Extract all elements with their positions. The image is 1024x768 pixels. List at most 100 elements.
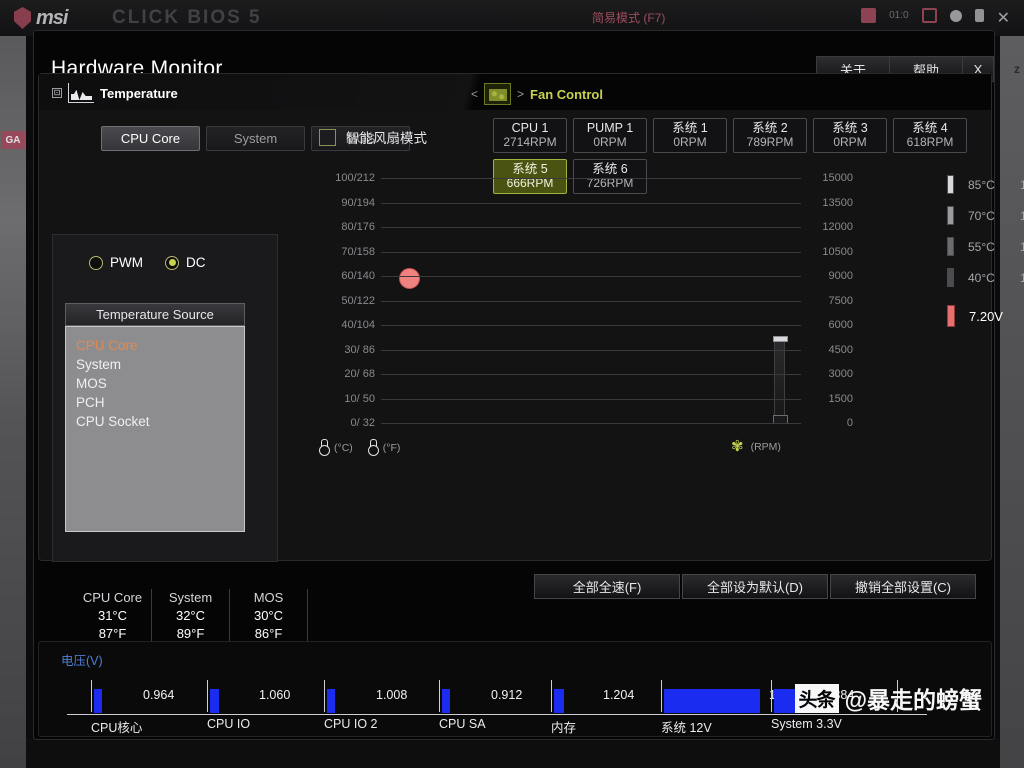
- y-axis-tick-left: 50/122: [341, 294, 375, 307]
- rpm-axis-legend: ✾ (RPM): [731, 439, 790, 454]
- bios-right-panel: [1000, 36, 1024, 768]
- screen: msi CLICK BIOS 5 简易模式 (F7) 01:0 ✕ GA z H…: [0, 0, 1024, 768]
- voltage-bar: [94, 689, 102, 713]
- next-arrow-icon[interactable]: >: [517, 87, 524, 101]
- y-axis-tick-left: 100/212: [335, 172, 375, 184]
- voltage-section: 电压(V) 0.964 CPU核心 1.060 CPU IO 1.008 CPU IO 2…: [38, 641, 992, 737]
- y-axis-tick-left: 10/ 50: [344, 392, 375, 405]
- temperature-section-header: ⊡ Temperature: [52, 83, 178, 103]
- gridline: [381, 325, 801, 326]
- gridline: [381, 202, 801, 204]
- smart-fan-label: 智能风扇模式: [346, 131, 427, 146]
- all-full-speed-button[interactable]: 全部全速(F): [534, 574, 680, 599]
- gridline: [381, 251, 801, 253]
- fan-icon: ✾: [731, 438, 744, 455]
- voltage-value: 1.060: [259, 688, 291, 702]
- legend-celsius: 70°C: [968, 208, 995, 223]
- expander-icon[interactable]: ⊡: [52, 88, 62, 98]
- voltage-tick: [771, 680, 772, 712]
- voltage-tick: [661, 680, 662, 712]
- undo-all-button[interactable]: 撤销全部设置(C): [830, 574, 976, 599]
- legend-current: 7.20V: [947, 305, 1003, 327]
- screenshot-icon[interactable]: [921, 8, 937, 23]
- source-item-pch[interactable]: PCH: [76, 393, 244, 412]
- gridline: [381, 349, 801, 351]
- voltage-bar: [327, 689, 335, 713]
- msi-logo: msi: [14, 5, 68, 31]
- prev-arrow-icon[interactable]: <: [471, 87, 478, 101]
- voltage-axis: [67, 714, 927, 715]
- favorites-icon[interactable]: [949, 9, 962, 22]
- monitor-panel: ⊡ Temperature < > Fan Control CPU Core S…: [38, 73, 1024, 562]
- legend-step-3: 40°C 104°F 6.00V: [947, 268, 1024, 287]
- voltage-label: 系统 12V: [661, 721, 712, 735]
- y-axis-tick-right: 6000: [828, 319, 853, 331]
- fan-mode-radios: PWM DC: [89, 255, 206, 270]
- summary-name: System: [168, 590, 213, 605]
- smart-fan-mode-row[interactable]: 智能风扇模式: [319, 127, 427, 147]
- tab-cpu-core[interactable]: CPU Core: [101, 126, 200, 151]
- radio-pwm-label: PWM: [110, 255, 143, 270]
- voltage-tick: [207, 680, 208, 712]
- unit-rpm: (RPM): [750, 440, 781, 453]
- panel-content: PWM DC Temperature Source CPU Core Syste…: [39, 128, 1024, 562]
- temperature-source-list[interactable]: CPU Core System MOS PCH CPU Socket: [65, 326, 245, 532]
- gridline: [381, 374, 801, 375]
- y-axis-tick-right: 0: [846, 417, 853, 429]
- summary-name: CPU Core: [82, 590, 143, 605]
- legend-celsius: 40°C: [968, 270, 995, 285]
- current-voltage-bar: [947, 305, 955, 327]
- all-default-button[interactable]: 全部设为默认(D): [682, 574, 828, 599]
- legend-bar: [947, 175, 954, 194]
- boot-icon[interactable]: [974, 9, 984, 22]
- smart-fan-checkbox[interactable]: [319, 128, 336, 146]
- bios-ez-mode-label[interactable]: 简易模式 (F7): [592, 9, 665, 26]
- voltage-label: 内存: [551, 721, 577, 735]
- voltage-bar: [210, 689, 219, 713]
- source-item-mos[interactable]: MOS: [76, 374, 244, 393]
- y-axis-tick-left: 30/ 86: [344, 343, 375, 356]
- language-icon[interactable]: [861, 8, 877, 23]
- voltage-tick: [897, 680, 898, 712]
- legend-bar: [947, 268, 954, 287]
- fan-curve-column: 智能风扇模式 100/212 15000 90/194 13500 80/176 1200…: [287, 127, 1024, 562]
- close-bios-icon[interactable]: ✕: [997, 8, 1010, 27]
- thermometer-celsius-icon: [319, 439, 330, 456]
- fan-section-header: < > Fan Control: [471, 83, 603, 105]
- voltage-bar: [774, 689, 810, 713]
- thermometer-fahrenheit-icon: [367, 439, 379, 456]
- summary-mos: MOS 30°C 86°F: [230, 589, 308, 643]
- source-item-cpu-socket[interactable]: CPU Socket: [76, 412, 244, 431]
- radio-dc[interactable]: DC: [165, 255, 206, 270]
- temperature-source-header: Temperature Source: [65, 303, 245, 326]
- fan-graph-icon: [484, 83, 512, 105]
- legend-fahrenheit: 185°F: [1020, 177, 1024, 192]
- voltage-value: 0.912: [491, 688, 523, 702]
- radio-dc-label: DC: [186, 255, 206, 270]
- fan-section-title: Fan Control: [530, 86, 603, 102]
- legend-step-2: 55°C 131°F 8.40V: [947, 237, 1024, 256]
- rpm-vertical-slider[interactable]: [773, 336, 788, 424]
- y-axis-tick-left: 60/140: [341, 270, 375, 282]
- radio-pwm[interactable]: PWM: [89, 255, 143, 270]
- y-axis-tick-left: 70/158: [341, 245, 375, 258]
- curve-point-0[interactable]: [399, 268, 420, 289]
- voltage-label: CPU核心: [91, 721, 143, 735]
- voltage-value: 1.204: [603, 688, 635, 702]
- source-item-system[interactable]: System: [76, 355, 244, 374]
- gridline: [381, 178, 801, 179]
- voltage-tick: [91, 680, 92, 712]
- bios-icon-row: 01:0 ✕: [861, 8, 1010, 27]
- voltage-value: 3.384: [823, 688, 855, 702]
- temperature-axis-legend: (°C) (°F): [319, 439, 409, 456]
- y-axis-tick-left: 0/ 32: [350, 417, 375, 429]
- source-item-cpu-core[interactable]: CPU Core: [76, 336, 244, 355]
- unit-fahrenheit: (°F): [382, 441, 401, 454]
- summary-celsius: 30°C: [253, 608, 284, 623]
- summary-celsius: 32°C: [175, 608, 206, 623]
- voltage-label: CPU IO: [207, 717, 251, 731]
- voltage-tick: [439, 680, 440, 712]
- slider-knob-top[interactable]: [773, 336, 788, 342]
- fan-curve-plot[interactable]: 100/212 15000 90/194 13500 80/176 12000 70/158…: [319, 172, 939, 429]
- voltage-value: 0.964: [143, 688, 175, 702]
